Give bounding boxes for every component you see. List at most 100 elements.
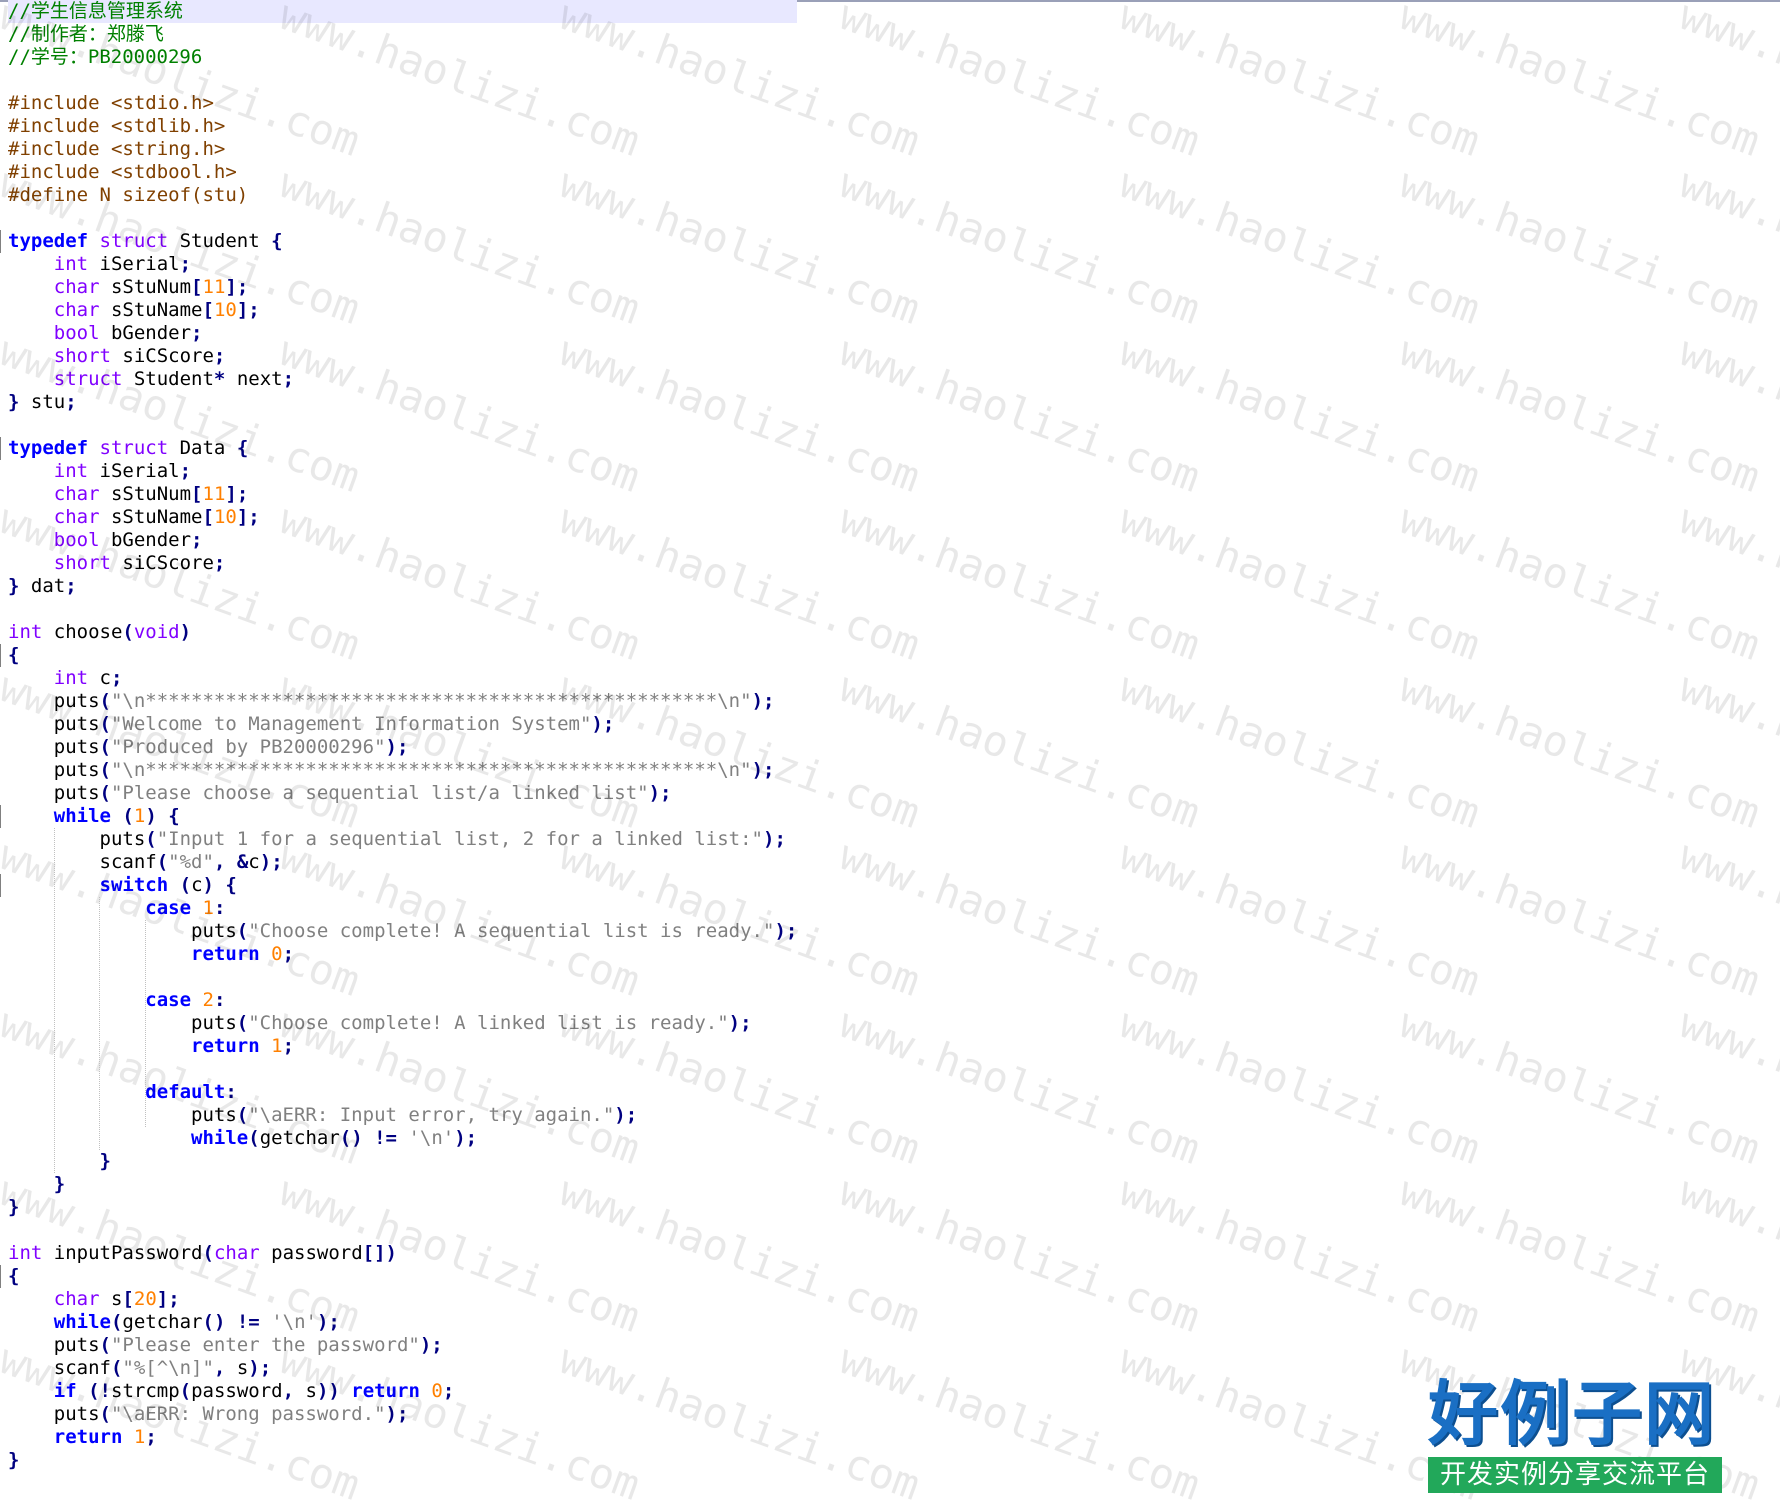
code-editor[interactable]: //学生信息管理系统//制作者：郑滕飞//学号：PB20000296 #incl… <box>0 0 1780 1502</box>
code-line[interactable]: int iSerial; <box>8 253 797 276</box>
code-line[interactable]: case 1: <box>8 897 797 920</box>
code-line[interactable]: while (1) { <box>8 805 797 828</box>
code-line[interactable]: char sStuName[10]; <box>8 299 797 322</box>
code-line[interactable] <box>8 69 797 92</box>
keyword-token: return <box>53 1426 123 1448</box>
operator-token: != <box>236 1311 260 1333</box>
code-line[interactable] <box>8 1219 797 1242</box>
operator-token: : <box>213 989 226 1011</box>
code-line[interactable]: int choose(void) <box>8 621 797 644</box>
string-token: "\n*************************************… <box>110 690 752 712</box>
watermark-text: www.haolizi.com <box>1393 0 1767 166</box>
site-logo: 好例子网 开发实例分享交流平台 <box>1428 1375 1722 1495</box>
code-line[interactable] <box>8 598 797 621</box>
code-line[interactable]: { <box>8 644 797 667</box>
code-line[interactable]: while(getchar() != '\n'); <box>8 1127 797 1150</box>
fold-margin[interactable] <box>0 0 6 1502</box>
code-line[interactable]: int iSerial; <box>8 460 797 483</box>
code-line[interactable]: } <box>8 1173 797 1196</box>
code-line[interactable]: char sStuName[10]; <box>8 506 797 529</box>
code-line[interactable]: switch (c) { <box>8 874 797 897</box>
code-line[interactable]: case 2: <box>8 989 797 1012</box>
code-line[interactable]: //制作者：郑滕飞 <box>8 23 797 46</box>
keyword-token: return <box>191 1035 260 1057</box>
code-line[interactable]: } dat; <box>8 575 797 598</box>
code-line[interactable]: { <box>8 1265 797 1288</box>
code-line[interactable]: short siCScore; <box>8 552 797 575</box>
code-line[interactable]: return 1; <box>8 1426 797 1449</box>
code-line[interactable]: puts("Welcome to Management Information … <box>8 713 797 736</box>
code-line[interactable]: //学生信息管理系统 <box>8 0 798 23</box>
operator-token: , <box>282 1380 295 1402</box>
code-line[interactable]: return 1; <box>8 1035 797 1058</box>
code-line[interactable]: } <box>8 1150 797 1173</box>
code-line[interactable]: puts("\aERR: Wrong password."); <box>8 1403 797 1426</box>
keyword-token: return <box>351 1380 420 1402</box>
fold-marker[interactable] <box>0 1265 5 1288</box>
type-token: bool <box>53 529 100 551</box>
code-token: scanf <box>8 1357 111 1379</box>
type-token: char <box>53 1288 100 1310</box>
code-line[interactable]: puts("\n********************************… <box>8 759 797 782</box>
fold-marker[interactable] <box>0 874 5 897</box>
operator-token: } <box>53 1173 66 1195</box>
code-line[interactable]: } <box>8 1449 797 1472</box>
code-line[interactable]: bool bGender; <box>8 529 797 552</box>
code-area[interactable]: //学生信息管理系统//制作者：郑滕飞//学号：PB20000296 #incl… <box>8 0 798 1472</box>
code-token: choose <box>42 621 123 643</box>
code-line[interactable]: puts("Please enter the password"); <box>8 1334 797 1357</box>
code-line[interactable]: char sStuNum[11]; <box>8 276 797 299</box>
fold-marker[interactable] <box>0 437 5 460</box>
code-line[interactable]: default: <box>8 1081 797 1104</box>
code-line[interactable]: puts("Input 1 for a sequential list, 2 f… <box>8 828 797 851</box>
code-line[interactable]: typedef struct Data { <box>8 437 797 460</box>
code-line[interactable]: char sStuNum[11]; <box>8 483 797 506</box>
code-line[interactable]: bool bGender; <box>8 322 797 345</box>
operator-token: ); <box>591 713 615 735</box>
code-line[interactable]: puts("\aERR: Input error, try again."); <box>8 1104 797 1127</box>
code-line[interactable]: puts("\n********************************… <box>8 690 797 713</box>
code-line[interactable] <box>8 207 797 230</box>
code-line[interactable]: scanf("%d", &c); <box>8 851 797 874</box>
code-line[interactable]: typedef struct Student { <box>8 230 797 253</box>
code-line[interactable]: #include <stdbool.h> <box>8 161 797 184</box>
type-token: int <box>53 667 89 689</box>
fold-marker[interactable] <box>0 230 5 253</box>
code-line[interactable]: //学号：PB20000296 <box>8 46 797 69</box>
code-line[interactable]: if (!strcmp(password, s)) return 0; <box>8 1380 797 1403</box>
operator-token: ; <box>145 1426 157 1448</box>
number-token: 10 <box>213 299 237 321</box>
code-line[interactable]: puts("Choose complete! A linked list is … <box>8 1012 797 1035</box>
code-line[interactable]: #include <stdio.h> <box>8 92 797 115</box>
code-line[interactable]: char s[20]; <box>8 1288 797 1311</box>
string-token: "\aERR: Wrong password." <box>110 1403 386 1425</box>
code-line[interactable]: #include <string.h> <box>8 138 797 161</box>
operator-token: [ <box>202 299 214 321</box>
code-line[interactable]: } <box>8 1196 797 1219</box>
fold-marker[interactable] <box>0 644 5 667</box>
code-line[interactable]: int inputPassword(char password[]) <box>8 1242 797 1265</box>
code-line[interactable] <box>8 966 797 989</box>
code-line[interactable]: int c; <box>8 667 797 690</box>
code-line[interactable]: short siCScore; <box>8 345 797 368</box>
code-line[interactable]: puts("Please choose a sequential list/a … <box>8 782 797 805</box>
operator-token: ]; <box>236 506 260 528</box>
code-line[interactable]: scanf("%[^\n]", s); <box>8 1357 797 1380</box>
code-line[interactable]: return 0; <box>8 943 797 966</box>
code-line[interactable] <box>8 1058 797 1081</box>
code-line[interactable]: struct Student* next; <box>8 368 797 391</box>
code-line[interactable]: puts("Choose complete! A sequential list… <box>8 920 797 943</box>
code-line[interactable]: #define N sizeof(stu) <box>8 184 797 207</box>
type-token: short <box>53 552 111 574</box>
code-line[interactable]: puts("Produced by PB20000296"); <box>8 736 797 759</box>
indent-guide <box>99 897 101 1150</box>
code-line[interactable]: } stu; <box>8 391 797 414</box>
watermark-text: www.haolizi.com <box>1113 998 1487 1174</box>
fold-marker[interactable] <box>0 805 5 828</box>
code-line[interactable] <box>8 414 797 437</box>
code-line[interactable]: #include <stdlib.h> <box>8 115 797 138</box>
code-line[interactable]: while(getchar() != '\n'); <box>8 1311 797 1334</box>
